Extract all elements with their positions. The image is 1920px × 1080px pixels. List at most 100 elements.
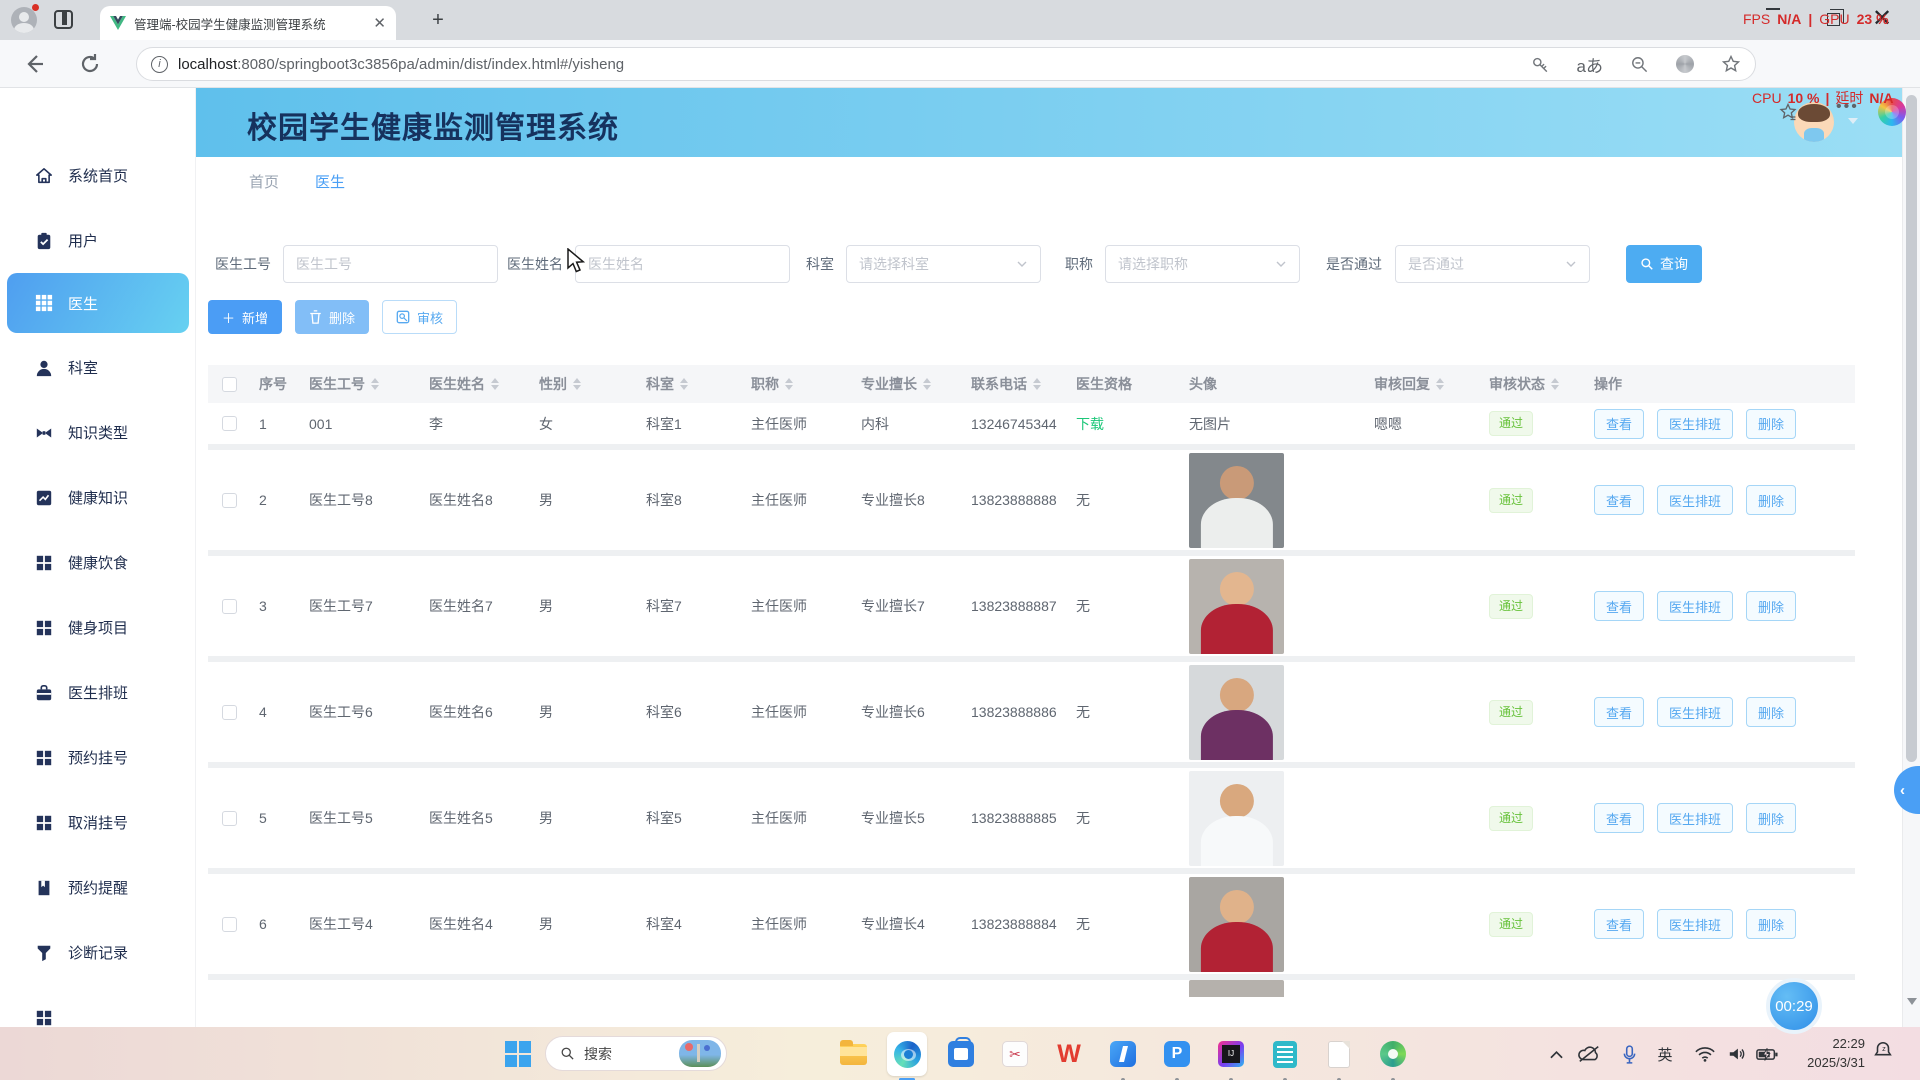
- taskbar-app-explorer[interactable]: [833, 1032, 873, 1076]
- sidebar-item-fitness-programs[interactable]: 健身项目: [0, 595, 196, 660]
- title-select[interactable]: 请选择职称: [1105, 245, 1300, 283]
- taskbar-app-sync[interactable]: [1373, 1032, 1413, 1076]
- row-delete-button[interactable]: 删除: [1746, 591, 1796, 621]
- sidebar-item-departments[interactable]: 科室: [0, 335, 196, 400]
- column-header[interactable]: 审核状态: [1480, 374, 1585, 394]
- sidebar-item-healthy-diet[interactable]: 健康饮食: [0, 530, 196, 595]
- sidebar-item-appointments[interactable]: 预约挂号: [0, 725, 196, 790]
- row-delete-button[interactable]: 删除: [1746, 697, 1796, 727]
- tray-microphone-icon[interactable]: [1616, 1041, 1642, 1067]
- view-button[interactable]: 查看: [1594, 803, 1644, 833]
- site-info-icon[interactable]: i: [151, 56, 168, 73]
- sort-arrows-icon[interactable]: [1033, 378, 1041, 390]
- sort-arrows-icon[interactable]: [785, 378, 793, 390]
- tray-chevron-up-icon[interactable]: [1543, 1041, 1569, 1067]
- row-delete-button[interactable]: 删除: [1746, 803, 1796, 833]
- row-checkbox[interactable]: [222, 811, 237, 826]
- column-header[interactable]: 联系电话: [962, 374, 1067, 394]
- taskbar-app-snip[interactable]: ✂: [995, 1032, 1035, 1076]
- taskbar-app-blue-app[interactable]: [1103, 1032, 1143, 1076]
- avatar-dropdown-caret[interactable]: [1848, 118, 1858, 124]
- search-highlight-image[interactable]: [679, 1040, 721, 1067]
- taskbar-app-edge[interactable]: [887, 1032, 927, 1076]
- taskbar-search[interactable]: 搜索: [545, 1036, 727, 1071]
- row-checkbox[interactable]: [222, 416, 237, 431]
- view-button[interactable]: 查看: [1594, 485, 1644, 515]
- column-header[interactable]: 职称: [742, 374, 852, 394]
- row-checkbox[interactable]: [222, 599, 237, 614]
- delete-button[interactable]: 删除: [295, 300, 369, 334]
- vertical-scrollbar[interactable]: [1902, 88, 1920, 1027]
- tab-close-icon[interactable]: ✕: [373, 16, 386, 31]
- window-minimize-button[interactable]: [1766, 8, 1780, 10]
- doctor-schedule-button[interactable]: 医生排班: [1657, 591, 1733, 621]
- column-header[interactable]: 专业擅长: [852, 374, 962, 394]
- doctor-name-input[interactable]: [575, 245, 790, 283]
- taskbar-app-wps[interactable]: W: [1049, 1032, 1089, 1076]
- doctor-schedule-button[interactable]: 医生排班: [1657, 409, 1733, 439]
- taskbar-app-idea[interactable]: [1211, 1032, 1251, 1076]
- row-delete-button[interactable]: 删除: [1746, 409, 1796, 439]
- sidebar-item-system-home[interactable]: 系统首页: [0, 143, 196, 208]
- tray-wifi-icon[interactable]: [1692, 1041, 1718, 1067]
- extension-swirl-icon[interactable]: [1676, 55, 1694, 73]
- sort-arrows-icon[interactable]: [1551, 378, 1559, 390]
- breadcrumb-current[interactable]: 医生: [315, 171, 345, 192]
- sidebar-item-users[interactable]: 用户: [0, 208, 196, 273]
- search-button[interactable]: 查询: [1626, 245, 1702, 283]
- scrollbar-thumb[interactable]: [1906, 95, 1917, 762]
- tray-volume-icon[interactable]: [1724, 1041, 1750, 1067]
- tray-input-language[interactable]: 英: [1652, 1041, 1678, 1067]
- sidebar-item-doctor-schedule[interactable]: 医生排班: [0, 660, 196, 725]
- column-header[interactable]: 医生姓名: [420, 374, 530, 394]
- taskbar-app-store[interactable]: [941, 1032, 981, 1076]
- zoom-out-icon[interactable]: [1630, 55, 1649, 74]
- view-button[interactable]: 查看: [1594, 591, 1644, 621]
- sort-arrows-icon[interactable]: [573, 378, 581, 390]
- view-button[interactable]: 查看: [1594, 409, 1644, 439]
- doctor-schedule-button[interactable]: 医生排班: [1657, 485, 1733, 515]
- sidebar-item-cancel-appointments[interactable]: 取消挂号: [0, 790, 196, 855]
- select-all-checkbox[interactable]: [222, 377, 237, 392]
- row-delete-button[interactable]: 删除: [1746, 485, 1796, 515]
- password-key-icon[interactable]: [1531, 55, 1550, 74]
- sort-arrows-icon[interactable]: [1436, 378, 1444, 390]
- row-checkbox[interactable]: [222, 917, 237, 932]
- tray-cloud-offline-icon[interactable]: [1576, 1041, 1602, 1067]
- breadcrumb-home[interactable]: 首页: [249, 171, 279, 192]
- pass-select[interactable]: 是否通过: [1395, 245, 1590, 283]
- sidebar-item-doctors[interactable]: 医生: [7, 273, 189, 333]
- scrollbar-down-arrow[interactable]: [1907, 998, 1917, 1005]
- start-button[interactable]: [505, 1041, 531, 1067]
- column-header[interactable]: 审核回复: [1365, 374, 1480, 394]
- translate-icon[interactable]: aあ: [1577, 52, 1603, 77]
- sort-arrows-icon[interactable]: [491, 378, 499, 390]
- column-header[interactable]: 科室: [637, 374, 742, 394]
- refresh-icon[interactable]: [78, 52, 102, 76]
- view-button[interactable]: 查看: [1594, 697, 1644, 727]
- sort-arrows-icon[interactable]: [371, 378, 379, 390]
- row-checkbox[interactable]: [222, 493, 237, 508]
- sort-arrows-icon[interactable]: [680, 378, 688, 390]
- recording-timer-bubble[interactable]: 00:29: [1766, 978, 1822, 1034]
- new-tab-button[interactable]: +: [428, 10, 448, 30]
- department-select[interactable]: 请选择科室: [846, 245, 1041, 283]
- row-delete-button[interactable]: 删除: [1746, 909, 1796, 939]
- taskbar-clock[interactable]: 22:29 2025/3/31: [1793, 1034, 1865, 1072]
- favorite-star-icon[interactable]: [1721, 54, 1741, 74]
- back-icon[interactable]: [22, 52, 46, 76]
- taskbar-app-pycharm[interactable]: P: [1157, 1032, 1197, 1076]
- browser-profile-icon[interactable]: [11, 7, 37, 33]
- qualification-download-link[interactable]: 下载: [1076, 414, 1104, 434]
- sidebar-item-health-knowledge[interactable]: 健康知识: [0, 465, 196, 530]
- user-avatar[interactable]: [1794, 102, 1834, 142]
- doctor-no-input[interactable]: [283, 245, 498, 283]
- tray-battery-icon[interactable]: [1754, 1041, 1780, 1067]
- sort-arrows-icon[interactable]: [923, 378, 931, 390]
- row-checkbox[interactable]: [222, 705, 237, 720]
- sidebar-item-knowledge-types[interactable]: 知识类型: [0, 400, 196, 465]
- add-button[interactable]: ＋新增: [208, 300, 282, 334]
- taskbar-app-notes[interactable]: [1265, 1032, 1305, 1076]
- tab-workspaces-icon[interactable]: [54, 10, 73, 29]
- sidebar-item-clipped-item[interactable]: [0, 985, 196, 1027]
